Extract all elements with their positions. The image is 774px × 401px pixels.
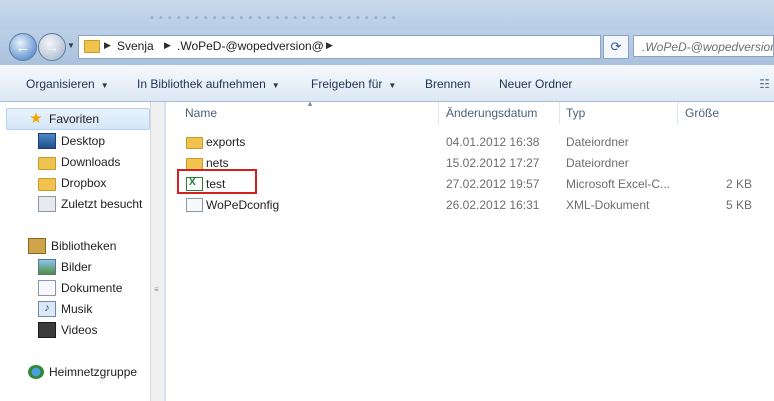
documents-icon — [38, 280, 56, 296]
refresh-icon: ⟳ — [610, 39, 622, 54]
file-list: ▲ Name Änderungsdatum Typ Größe exports … — [166, 99, 774, 401]
arrow-left-icon: ← — [15, 38, 31, 56]
nav-downloads-label: Downloads — [61, 155, 121, 169]
breadcrumb-current-folder[interactable]: .WoPeD-@wopedversion@ — [177, 39, 324, 53]
table-row[interactable]: WoPeDconfig 26.02.2012 16:31 XML-Dokumen… — [166, 195, 774, 215]
homegroup-icon — [28, 365, 44, 379]
back-button[interactable]: ← — [9, 33, 37, 61]
folder-icon — [186, 137, 203, 149]
burn-button[interactable]: Brennen — [425, 77, 470, 91]
file-name: exports — [206, 135, 246, 149]
nav-videos-label: Videos — [61, 323, 98, 337]
file-name: nets — [206, 156, 229, 170]
scrollbar-grip-icon: ≡ — [154, 285, 159, 294]
file-type: XML-Dokument — [566, 198, 650, 212]
nav-recent[interactable]: Zuletzt besucht — [38, 195, 142, 213]
title-bar: ▪ ▪ ▪ ▪ ▪ ▪ ▪ ▪ ▪ ▪ ▪ ▪ ▪ ▪ ▪ ▪ ▪ ▪ ▪ ▪ … — [0, 0, 774, 30]
annotation-highlight-box — [177, 169, 257, 194]
nav-libraries[interactable]: Bibliotheken — [28, 237, 116, 255]
column-divider[interactable] — [559, 102, 560, 124]
file-date: 04.01.2012 16:38 — [446, 135, 540, 149]
column-divider[interactable] — [438, 102, 439, 124]
downloads-folder-icon — [38, 156, 56, 170]
chevron-down-icon: ▼ — [388, 81, 397, 90]
breadcrumb-separator-icon[interactable]: ▶ — [326, 40, 333, 51]
file-type: Dateiordner — [566, 135, 629, 149]
file-name: WoPeDconfig — [206, 198, 280, 212]
recent-places-icon — [38, 196, 56, 212]
table-row[interactable]: exports 04.01.2012 16:38 Dateiordner — [166, 132, 774, 152]
nav-music-label: Musik — [61, 302, 93, 316]
music-icon: ♪ — [38, 301, 56, 317]
desktop-icon — [38, 133, 56, 149]
organise-label: Organisieren — [26, 77, 95, 91]
dropbox-folder-icon — [38, 177, 56, 191]
nav-libraries-label: Bibliotheken — [51, 239, 117, 253]
nav-pictures[interactable]: Bilder — [38, 258, 92, 276]
nav-dropbox[interactable]: Dropbox — [38, 174, 106, 192]
navigation-pane: ★ Favoriten Desktop Downloads Dropbox Zu… — [0, 102, 150, 401]
breadcrumb-separator-icon[interactable]: ▶ — [104, 40, 111, 51]
title-bar-blur: ▪ ▪ ▪ ▪ ▪ ▪ ▪ ▪ ▪ ▪ ▪ ▪ ▪ ▪ ▪ ▪ ▪ ▪ ▪ ▪ … — [150, 12, 397, 24]
navigation-scrollbar[interactable]: ≡ — [150, 102, 164, 401]
chevron-down-icon: ▼ — [100, 81, 109, 90]
nav-favorites-label: Favoriten — [49, 112, 100, 126]
nav-pictures-label: Bilder — [61, 260, 92, 274]
file-type: Dateiordner — [566, 156, 629, 170]
new-folder-button[interactable]: Neuer Ordner — [499, 77, 572, 91]
file-size: 5 KB — [725, 198, 752, 212]
column-header-name[interactable]: Name — [185, 102, 217, 126]
share-label: Freigeben für — [311, 77, 383, 91]
recent-pages-dropdown-icon[interactable]: ▼ — [67, 41, 75, 50]
breadcrumb-separator-icon[interactable]: ▶ — [164, 40, 171, 51]
organise-menu[interactable]: Organisieren ▼ — [26, 77, 109, 91]
nav-recent-label: Zuletzt besucht — [61, 197, 143, 211]
file-date: 26.02.2012 16:31 — [446, 198, 540, 212]
pictures-icon — [38, 259, 56, 275]
nav-documents[interactable]: Dokumente — [38, 279, 122, 297]
nav-desktop-label: Desktop — [61, 134, 106, 148]
include-library-menu[interactable]: In Bibliothek aufnehmen ▼ — [137, 77, 280, 91]
chevron-down-icon: ▼ — [271, 81, 280, 90]
file-date: 27.02.2012 19:57 — [446, 177, 540, 191]
nav-downloads[interactable]: Downloads — [38, 153, 120, 171]
address-row: ← → ▼ ▶ Svenja ▶ .WoPeD-@wopedversion@ ▶… — [0, 30, 774, 65]
refresh-button[interactable]: ⟳ — [603, 35, 629, 59]
column-header-date[interactable]: Änderungsdatum — [446, 102, 537, 126]
nav-videos[interactable]: Videos — [38, 321, 97, 339]
nav-documents-label: Dokumente — [61, 281, 123, 295]
videos-icon — [38, 322, 56, 338]
xml-file-icon — [186, 198, 203, 212]
nav-desktop[interactable]: Desktop — [38, 132, 105, 150]
column-header-size[interactable]: Größe — [685, 102, 719, 126]
file-type: Microsoft Excel-C... — [566, 177, 671, 191]
arrow-right-icon: → — [44, 38, 60, 56]
breadcrumb-svenja[interactable]: Svenja — [117, 39, 154, 53]
include-library-label: In Bibliothek aufnehmen — [137, 77, 266, 91]
file-date: 15.02.2012 17:27 — [446, 156, 540, 170]
column-divider[interactable] — [677, 102, 678, 124]
search-input[interactable]: .WoPeD-@wopedversion@ — [633, 35, 774, 57]
table-row[interactable]: nets 15.02.2012 17:27 Dateiordner — [166, 153, 774, 173]
forward-button[interactable]: → — [38, 33, 66, 61]
library-icon — [28, 238, 46, 254]
file-size: 2 KB — [725, 177, 752, 191]
nav-homegroup[interactable]: Heimnetzgruppe — [28, 363, 137, 381]
command-bar: Organisieren ▼ In Bibliothek aufnehmen ▼ F… — [0, 65, 774, 102]
nav-music[interactable]: ♪ Musik — [38, 300, 92, 318]
column-header-type[interactable]: Typ — [566, 102, 585, 126]
folder-icon — [84, 40, 100, 53]
star-icon: ★ — [29, 110, 43, 127]
address-bar[interactable]: ▶ Svenja ▶ .WoPeD-@wopedversion@ ▶ ▼ — [78, 35, 670, 59]
table-row[interactable]: test 27.02.2012 19:57 Microsoft Excel-C.… — [166, 174, 774, 194]
nav-dropbox-label: Dropbox — [61, 176, 107, 190]
sort-ascending-icon: ▲ — [306, 99, 314, 108]
nav-homegroup-label: Heimnetzgruppe — [49, 365, 138, 379]
view-options-icon[interactable]: ☷ — [759, 77, 770, 91]
nav-favorites[interactable]: ★ Favoriten — [28, 110, 99, 128]
share-menu[interactable]: Freigeben für ▼ — [311, 77, 396, 91]
